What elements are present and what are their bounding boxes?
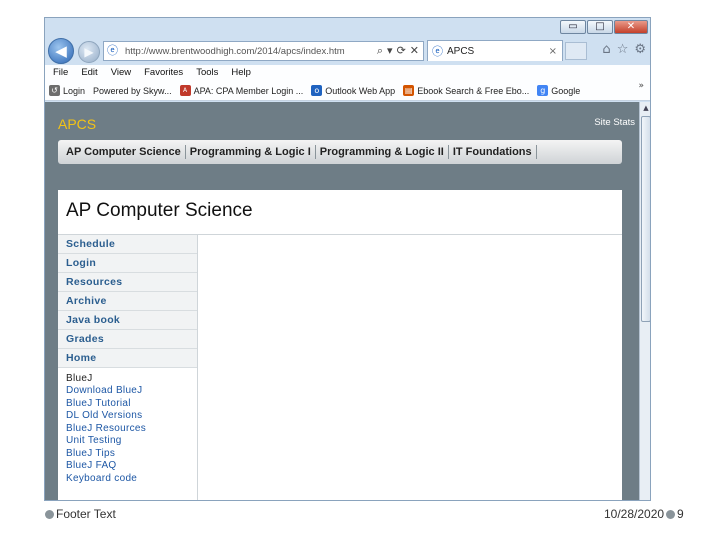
- bluej-section: BlueJ Download BlueJ BlueJ Tutorial DL O…: [58, 368, 197, 485]
- title-bar: ▭ □ ✕: [45, 18, 650, 38]
- navigation-row: ◀ ▶ ⓔ http://www.brentwoodhigh.com/2014/…: [45, 38, 650, 64]
- maximize-button[interactable]: □: [587, 20, 613, 34]
- favorite-label: Google: [551, 85, 581, 96]
- nav-programming-logic-2[interactable]: Programming & Logic II: [316, 145, 449, 159]
- minimize-button[interactable]: ▭: [560, 20, 586, 34]
- favorite-label: Powered by Skyw...: [93, 85, 172, 96]
- tab-apcs[interactable]: ⓔ APCS ×: [427, 40, 563, 61]
- footer-date: 10/28/2020: [604, 507, 665, 521]
- back-button[interactable]: ◀: [48, 38, 74, 64]
- outlook-favicon-icon: o: [311, 85, 323, 96]
- close-tab-icon[interactable]: ×: [549, 46, 557, 57]
- search-icon[interactable]: ⌕: [377, 44, 383, 58]
- sidebar: Schedule Login Resources Archive Java bo…: [58, 235, 198, 500]
- tab-label: APCS: [447, 45, 475, 57]
- favorite-label: Login: [63, 85, 86, 96]
- footer-text: Footer Text: [56, 507, 116, 521]
- sidebar-link-download-bluej[interactable]: Download BlueJ: [66, 385, 197, 398]
- home-icon[interactable]: ⌂: [602, 42, 610, 57]
- sidebar-link-dl-old-versions[interactable]: DL Old Versions: [66, 410, 197, 423]
- forward-button[interactable]: ▶: [78, 41, 100, 63]
- site-nav-bar: AP Computer Science Programming & Logic …: [58, 140, 622, 164]
- nav-it-foundations[interactable]: IT Foundations: [449, 145, 537, 159]
- menu-file[interactable]: File: [53, 65, 68, 81]
- menu-favorites[interactable]: Favorites: [144, 65, 183, 81]
- page-viewport: APCS Site Stats AP Computer Science Prog…: [45, 102, 639, 500]
- sidebar-link-bluej-resources[interactable]: BlueJ Resources: [66, 423, 197, 436]
- sidebar-item-archive[interactable]: Archive: [58, 292, 197, 311]
- footer-bullet-icon: [666, 510, 675, 519]
- apa-favicon-icon: A: [179, 85, 191, 96]
- scroll-thumb[interactable]: [641, 116, 650, 322]
- address-bar[interactable]: ⓔ http://www.brentwoodhigh.com/2014/apcs…: [103, 41, 424, 61]
- favorite-apa[interactable]: A APA: CPA Member Login ...: [179, 85, 304, 96]
- page-title: AP Computer Science: [66, 200, 253, 221]
- favorite-outlook[interactable]: o Outlook Web App: [311, 85, 395, 96]
- favorites-star-icon[interactable]: ☆: [617, 42, 629, 57]
- favorite-label: APA: CPA Member Login ...: [193, 85, 304, 96]
- refresh-icon[interactable]: ⟳: [397, 44, 406, 58]
- sidebar-item-home[interactable]: Home: [58, 349, 197, 368]
- new-tab-button[interactable]: [565, 42, 587, 60]
- browser-toolbar-icons: ⌂ ☆ ⚙: [602, 42, 646, 57]
- login-favicon-icon: ↺: [49, 85, 60, 96]
- site-stats-link[interactable]: Site Stats: [594, 117, 635, 128]
- menu-bar: File Edit View Favorites Tools Help: [45, 65, 650, 81]
- favorite-skyward[interactable]: Powered by Skyw...: [93, 86, 172, 96]
- sidebar-item-schedule[interactable]: Schedule: [58, 235, 197, 254]
- menu-view[interactable]: View: [111, 65, 131, 81]
- favorite-google[interactable]: g Google: [537, 85, 580, 96]
- dropdown-icon[interactable]: ▾: [387, 44, 393, 58]
- forward-arrow-icon: ▶: [84, 45, 94, 59]
- favorites-more-icon[interactable]: »: [638, 81, 644, 91]
- menu-edit[interactable]: Edit: [81, 65, 97, 81]
- sidebar-link-unit-testing[interactable]: Unit Testing: [66, 435, 197, 448]
- ie-tab-icon: ⓔ: [432, 45, 443, 58]
- address-tools: ⌕ ▾ ⟳ ✕: [377, 44, 423, 58]
- stop-icon[interactable]: ✕: [410, 44, 419, 58]
- browser-window: ▭ □ ✕ ◀ ▶ ⓔ http://www.brentwoodhigh.com…: [44, 17, 651, 501]
- ebook-favicon-icon: ▤: [403, 85, 415, 96]
- favorite-ebook[interactable]: ▤ Ebook Search & Free Ebo...: [403, 85, 529, 96]
- window-controls: ▭ □ ✕: [560, 20, 648, 34]
- menu-help[interactable]: Help: [231, 65, 251, 81]
- sidebar-link-bluej-tutorial[interactable]: BlueJ Tutorial: [66, 398, 197, 411]
- site-title[interactable]: APCS: [58, 116, 96, 132]
- sidebar-link-keyboard-code[interactable]: Keyboard code: [66, 473, 197, 486]
- google-favicon-icon: g: [537, 85, 549, 96]
- footer-bullet-icon: [45, 510, 54, 519]
- sidebar-link-bluej-faq[interactable]: BlueJ FAQ: [66, 460, 197, 473]
- back-arrow-icon: ◀: [55, 42, 67, 60]
- sidebar-link-bluej-tips[interactable]: BlueJ Tips: [66, 448, 197, 461]
- bluej-section-title: BlueJ: [66, 373, 93, 384]
- scroll-up-icon[interactable]: ▲: [640, 102, 650, 114]
- favorite-label: Ebook Search & Free Ebo...: [417, 85, 530, 96]
- nav-programming-logic-1[interactable]: Programming & Logic I: [186, 145, 316, 159]
- favorites-bar: ↺ Login Powered by Skyw... A APA: CPA Me…: [45, 81, 650, 101]
- ie-page-icon: ⓔ: [107, 44, 118, 57]
- nav-ap-computer-science[interactable]: AP Computer Science: [66, 145, 186, 159]
- content-card: AP Computer Science Schedule Login Resou…: [58, 190, 622, 500]
- gear-icon[interactable]: ⚙: [634, 42, 646, 57]
- sidebar-item-grades[interactable]: Grades: [58, 330, 197, 349]
- sidebar-item-resources[interactable]: Resources: [58, 273, 197, 292]
- page-number: 9: [677, 507, 684, 521]
- sidebar-item-login[interactable]: Login: [58, 254, 197, 273]
- favorite-label: Outlook Web App: [325, 85, 396, 96]
- slide: ▭ □ ✕ ◀ ▶ ⓔ http://www.brentwoodhigh.com…: [0, 0, 720, 540]
- close-window-button[interactable]: ✕: [614, 20, 648, 34]
- menu-tools[interactable]: Tools: [196, 65, 218, 81]
- address-url[interactable]: http://www.brentwoodhigh.com/2014/apcs/i…: [125, 46, 377, 57]
- favorite-login[interactable]: ↺ Login: [49, 85, 85, 96]
- vertical-scrollbar[interactable]: ▲: [639, 102, 650, 500]
- sidebar-item-java-book[interactable]: Java book: [58, 311, 197, 330]
